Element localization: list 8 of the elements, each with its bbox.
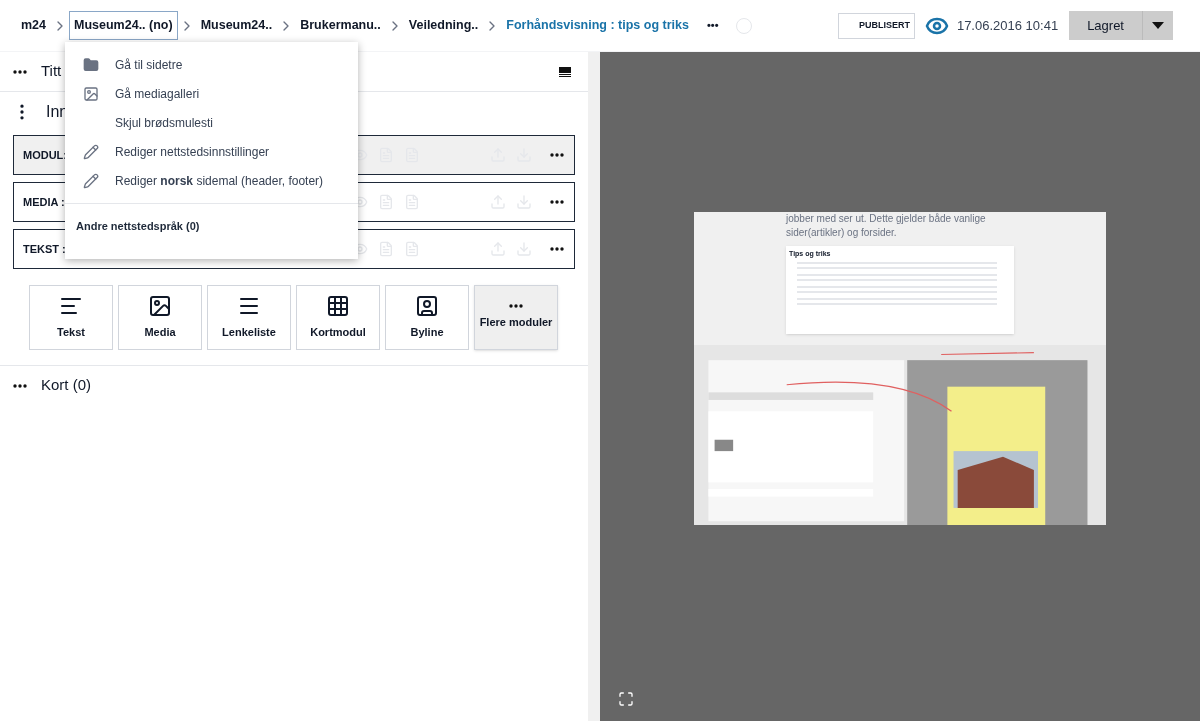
module-label: TEKST : xyxy=(23,241,66,257)
save-button-label: Lagret xyxy=(1086,16,1125,35)
section-title: Titt xyxy=(41,61,62,82)
save-date: 17.06.2016 10:41 xyxy=(956,16,1059,35)
preview-text: jobber med ser ut. Dette gjelder både vanlige sider(artikler) og forsider. xyxy=(786,211,987,240)
module-label: MODUL: xyxy=(23,147,67,163)
section-title: Kort (0) xyxy=(41,375,91,396)
module-label: MEDIA : xyxy=(23,194,65,210)
